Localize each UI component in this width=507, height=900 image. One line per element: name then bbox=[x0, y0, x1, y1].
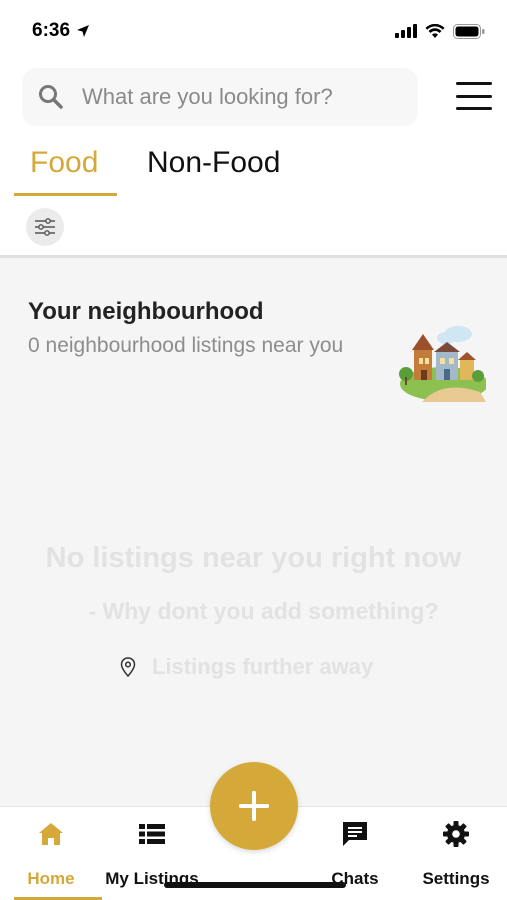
cellular-signal-icon bbox=[395, 24, 417, 38]
empty-state-title: No listings near you right now bbox=[45, 542, 462, 574]
nav-chats[interactable]: Chats bbox=[326, 819, 384, 889]
nav-home-label: Home bbox=[27, 869, 75, 888]
nav-settings-label: Settings bbox=[422, 869, 490, 888]
status-time-group: 6:36 bbox=[32, 20, 90, 42]
hamburger-line bbox=[456, 107, 492, 110]
search-box[interactable] bbox=[22, 68, 418, 126]
map-pin-icon bbox=[120, 657, 136, 677]
sliders-icon bbox=[35, 218, 55, 236]
battery-icon bbox=[453, 23, 485, 39]
neighbourhood-illustration bbox=[399, 326, 486, 402]
neighbourhood-subtitle: 0 neighbourhood listings near you bbox=[28, 334, 344, 357]
listings-further-away-link[interactable]: Listings further away bbox=[120, 654, 373, 680]
nav-settings[interactable]: Settings bbox=[418, 819, 494, 889]
menu-button[interactable] bbox=[456, 82, 492, 110]
tab-food[interactable]: Food bbox=[14, 140, 117, 196]
home-indicator bbox=[164, 882, 346, 888]
hamburger-line bbox=[456, 82, 492, 85]
nav-home[interactable]: Home bbox=[22, 819, 80, 889]
search-icon bbox=[39, 85, 63, 109]
location-arrow-icon bbox=[77, 25, 90, 37]
status-icons bbox=[395, 23, 485, 39]
chat-icon bbox=[341, 819, 369, 849]
wifi-icon bbox=[425, 23, 445, 38]
category-tabs: Food Non-Food bbox=[14, 140, 296, 198]
tab-non-food[interactable]: Non-Food bbox=[131, 140, 296, 196]
filter-button[interactable] bbox=[26, 208, 64, 246]
add-listing-button[interactable] bbox=[210, 762, 298, 850]
search-input[interactable] bbox=[82, 84, 392, 110]
gear-icon bbox=[442, 819, 470, 849]
empty-state-subtitle: - Why dont you add something? bbox=[88, 598, 439, 624]
listings-further-away-label: Listings further away bbox=[152, 654, 374, 679]
nav-my-listings[interactable]: My Listings bbox=[100, 819, 204, 889]
header bbox=[22, 68, 492, 126]
list-icon bbox=[138, 819, 166, 849]
plus-icon bbox=[239, 791, 269, 821]
neighbourhood-title: Your neighbourhood bbox=[28, 298, 264, 325]
status-time: 6:36 bbox=[32, 20, 71, 41]
home-icon bbox=[37, 819, 65, 849]
hamburger-line bbox=[456, 94, 492, 98]
listings-area: Your neighbourhood 0 neighbourhood listi… bbox=[0, 258, 507, 806]
status-bar: 6:36 bbox=[0, 0, 507, 62]
